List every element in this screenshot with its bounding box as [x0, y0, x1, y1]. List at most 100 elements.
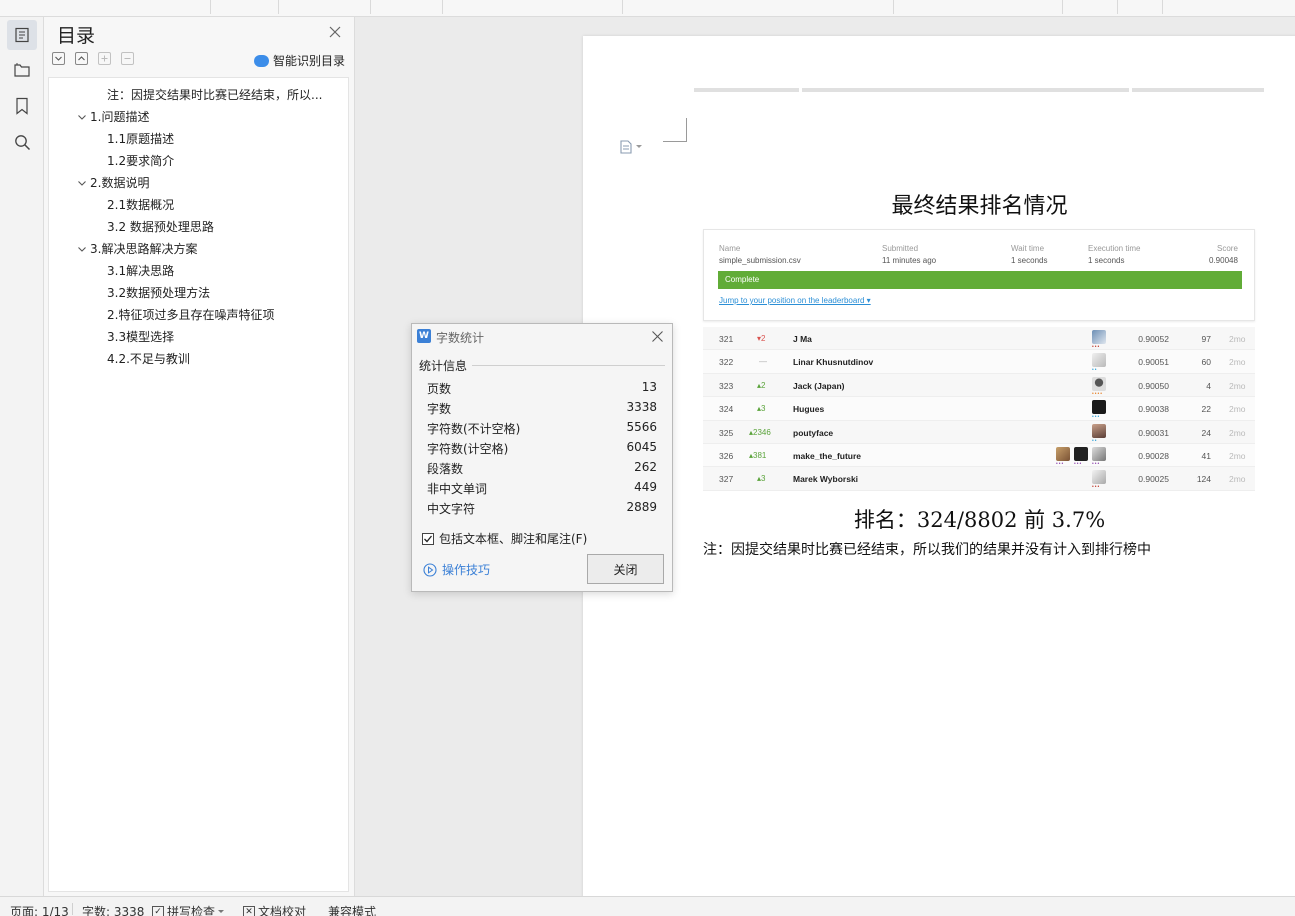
paragraph-menu-button[interactable] — [620, 140, 642, 154]
margin-corner-mark — [663, 118, 687, 142]
toc-item[interactable]: 1.2要求简介 — [107, 150, 174, 172]
status-bar: 页面: 1/13 字数: 3338 ✓ 拼写检查 ✕ 文档校对 兼容模式 — [0, 896, 1295, 916]
ribbon-divider — [1062, 0, 1063, 14]
toc-item[interactable]: 1.1原题描述 — [107, 128, 174, 150]
search-icon — [14, 134, 30, 150]
compat-mode-label: 兼容模式 — [328, 905, 377, 916]
dialog-title: 字数统计 — [436, 331, 485, 345]
value-score: 0.90048 — [1209, 256, 1238, 265]
value-wait: 1 seconds — [1011, 256, 1048, 265]
toc-toolbar — [52, 52, 134, 66]
submission-card: Name Submitted Wait time Execution time … — [703, 229, 1255, 321]
caret-down-icon — [218, 909, 225, 913]
checkbox-label: 包括文本框、脚注和尾注(F) — [439, 532, 588, 546]
tier-dots: •• — [1092, 367, 1098, 374]
folder-tree-icon — [14, 63, 30, 77]
plus-icon — [101, 55, 108, 62]
stat-row: 中文字符 2889 — [427, 500, 657, 516]
ribbon-divider — [1162, 0, 1163, 14]
avatar — [1056, 446, 1070, 461]
checkbox-box[interactable] — [422, 532, 434, 545]
header-name: Name — [719, 244, 741, 253]
include-notes-checkbox[interactable]: 包括文本框、脚注和尾注(F) — [422, 530, 587, 547]
table-row: 326 ▴381 make_the_future ••• ••• ••• 0.9… — [703, 443, 1255, 468]
tier-dots: •• — [1092, 437, 1098, 444]
toc-item[interactable]: 4.2.不足与教训 — [107, 348, 190, 370]
ribbon-divider — [442, 0, 443, 14]
header-rule — [1132, 88, 1264, 92]
page-indicator[interactable]: 页面: 1/13 — [10, 903, 69, 916]
tier-dots: ••• — [1092, 344, 1101, 350]
stat-row: 字数 3338 — [427, 400, 657, 416]
toc-item[interactable]: 3.2 数据预处理思路 — [107, 216, 214, 238]
status-bar-complete: Complete — [718, 271, 1242, 289]
close-button[interactable]: 关闭 — [587, 554, 664, 584]
ribbon-divider — [893, 0, 894, 14]
avatar — [1092, 470, 1106, 485]
toc-item[interactable]: 3.3模型选择 — [107, 326, 174, 348]
section-heading: 最终结果排名情况 — [891, 194, 1068, 219]
toc-panel-button[interactable] — [7, 20, 37, 50]
bookmark-button[interactable] — [7, 91, 37, 121]
section-label: 统计信息 — [419, 359, 468, 373]
remove-heading-button[interactable] — [121, 52, 134, 65]
table-row: 327 ▴3 Marek Wyborski ••• 0.90025 124 2m… — [703, 467, 1255, 491]
collapse-all-button[interactable] — [75, 52, 88, 65]
close-icon[interactable] — [328, 25, 342, 39]
chapter-nav-button[interactable] — [7, 55, 37, 85]
app-logo-icon: W — [417, 329, 431, 343]
value-name: simple_submission.csv — [719, 256, 801, 265]
smart-toc-button[interactable]: 智能识别目录 — [254, 52, 345, 69]
avatar — [1092, 400, 1106, 415]
tier-dots: ••• — [1092, 414, 1101, 421]
table-row: 325 ▴2346 poutyface •• 0.90031 24 2mo — [703, 420, 1255, 444]
toc-panel: 目录 智能识别目录 注：因提交结果时比赛已经结束，所以... 1.问题描述 1.… — [44, 17, 355, 896]
smart-toc-label: 智能识别目录 — [273, 54, 346, 68]
stat-row: 字符数(计空格) 6045 — [427, 440, 657, 456]
document-page[interactable]: 最终结果排名情况 Name Submitted Wait time Execut… — [583, 36, 1295, 896]
close-icon: ✕ — [243, 905, 255, 916]
value-submitted: 11 minutes ago — [882, 256, 937, 265]
jump-link: Jump to your position on the leaderboard… — [719, 296, 871, 305]
toc-item[interactable]: 3.1解决思路 — [107, 260, 174, 282]
table-row: 323 ▴2 Jack (Japan) •••• 0.90050 4 2mo — [703, 373, 1255, 398]
word-count-indicator[interactable]: 字数: 3338 — [82, 903, 144, 916]
tips-label: 操作技巧 — [442, 563, 491, 577]
toc-item[interactable]: 1.问题描述 — [75, 106, 149, 128]
toc-item[interactable]: 2.特征项过多且存在噪声特征项 — [107, 304, 274, 326]
chevron-down-icon[interactable] — [75, 110, 89, 124]
bookmark-icon — [16, 97, 28, 115]
toc-item[interactable]: 注：因提交结果时比赛已经结束，所以... — [107, 84, 322, 106]
expand-all-button[interactable] — [52, 52, 65, 65]
avatar — [1092, 330, 1106, 344]
tips-link[interactable]: 操作技巧 — [423, 561, 490, 578]
tier-dots: •••• — [1092, 390, 1104, 397]
chevron-down-icon[interactable] — [75, 176, 89, 190]
avatar — [1092, 446, 1106, 461]
toc-item[interactable]: 3.2数据预处理方法 — [107, 282, 210, 304]
chevron-down-icon — [55, 56, 62, 61]
proofread-toggle[interactable]: ✕ 文档校对 — [243, 903, 306, 916]
toc-item[interactable]: 2.1数据概况 — [107, 194, 174, 216]
toc-item[interactable]: 2.数据说明 — [75, 172, 149, 194]
chevron-up-icon — [78, 56, 85, 61]
spell-check-toggle[interactable]: ✓ 拼写检查 — [152, 903, 225, 916]
header-submitted: Submitted — [882, 244, 919, 253]
search-button[interactable] — [7, 127, 37, 157]
ribbon-divider — [370, 0, 371, 14]
leaderboard-screenshot: Name Submitted Wait time Execution time … — [703, 229, 1257, 493]
header-exec: Execution time — [1088, 244, 1141, 253]
document-icon — [620, 140, 632, 154]
chevron-down-icon[interactable] — [75, 242, 89, 256]
play-circle-icon — [423, 562, 437, 577]
add-heading-button[interactable] — [98, 52, 111, 65]
value-exec: 1 seconds — [1088, 256, 1125, 265]
close-icon[interactable] — [651, 330, 664, 343]
table-row: 321 ▾2 J Ma ••• 0.90052 97 2mo — [703, 327, 1255, 351]
section-divider — [472, 365, 665, 366]
check-icon — [424, 535, 433, 542]
header-wait: Wait time — [1011, 244, 1045, 253]
toc-item[interactable]: 3.解决思路解决方案 — [75, 238, 197, 260]
header-rule — [694, 88, 799, 92]
tier-dots: ••• — [1092, 460, 1101, 467]
